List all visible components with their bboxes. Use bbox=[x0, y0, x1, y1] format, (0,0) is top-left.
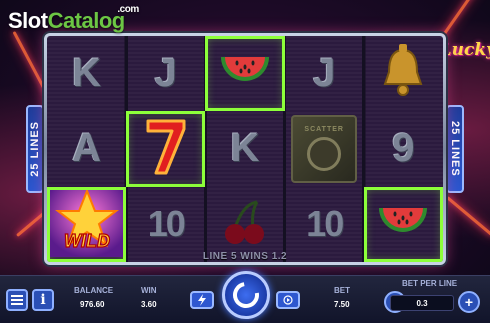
lightning-icon bbox=[198, 294, 206, 306]
menu-button[interactable] bbox=[6, 289, 28, 311]
scatter-label: SCATTER bbox=[291, 114, 358, 183]
bet-per-line-display: 0.3 bbox=[390, 295, 454, 311]
svg-text:WILD: WILD bbox=[64, 231, 110, 251]
lines-indicator-left: 25 LINES bbox=[26, 105, 44, 193]
bet-per-line-value: 0.3 bbox=[416, 298, 428, 308]
bet-per-line-label: BET PER LINE bbox=[402, 279, 458, 288]
autoplay-button[interactable] bbox=[276, 291, 300, 309]
autoplay-icon bbox=[283, 295, 293, 305]
bottom-bar: i BALANCE 976.60 WIN 3.60 BET 7.50 BET P… bbox=[0, 271, 490, 323]
reel-cell: K bbox=[205, 111, 284, 186]
seven-icon bbox=[144, 115, 188, 182]
win-label: WIN bbox=[141, 286, 157, 295]
symbol-j: J bbox=[313, 51, 336, 96]
reel-cell: K bbox=[47, 36, 126, 111]
symbol-j: J bbox=[154, 51, 177, 96]
bet-label: BET bbox=[334, 286, 350, 295]
bell-icon bbox=[379, 44, 427, 103]
symbol-9: 9 bbox=[392, 126, 415, 171]
turbo-button[interactable] bbox=[190, 291, 214, 309]
reels-grid: K J J A K SCATTER 9 WILD 10 10 bbox=[47, 36, 443, 262]
reel-cell: J bbox=[285, 36, 364, 111]
balance-value: 976.60 bbox=[80, 300, 105, 309]
info-button[interactable]: i bbox=[32, 289, 54, 311]
reel-cell: 9 bbox=[364, 111, 443, 186]
brand-logo: SlotCatalog .com bbox=[8, 4, 139, 34]
reel-cell: J bbox=[126, 36, 205, 111]
reels-frame: K J J A K SCATTER 9 WILD 10 10 bbox=[44, 33, 446, 265]
watermelon-icon bbox=[375, 202, 431, 247]
spin-icon bbox=[227, 276, 265, 314]
symbol-10: 10 bbox=[147, 203, 186, 245]
lines-indicator-text: 25 LINES bbox=[449, 121, 461, 177]
symbol-k: K bbox=[72, 51, 102, 96]
balance-label: BALANCE bbox=[74, 286, 114, 295]
reel-cell bbox=[205, 36, 285, 112]
cherries-icon bbox=[221, 198, 269, 251]
lines-indicator-right: 25 LINES bbox=[446, 105, 464, 193]
brand-name-part2: Catalog bbox=[47, 8, 126, 33]
bet-value: 7.50 bbox=[334, 300, 350, 309]
spin-button[interactable] bbox=[222, 271, 270, 319]
reel-cell: SCATTER bbox=[285, 111, 364, 186]
line-win-text: LINE 5 WINS 1.2 bbox=[202, 251, 288, 262]
game-title: Lucky bbox=[439, 40, 490, 60]
plus-icon: + bbox=[464, 294, 474, 310]
symbol-a: A bbox=[72, 126, 102, 171]
symbol-10: 10 bbox=[306, 203, 344, 245]
reel-cell bbox=[364, 36, 443, 111]
info-icon: i bbox=[40, 292, 46, 308]
win-value: 3.60 bbox=[141, 300, 157, 309]
brand-name-part1: Slot bbox=[8, 8, 48, 33]
menu-icon bbox=[11, 295, 23, 305]
reel-cell: A bbox=[47, 111, 126, 186]
lines-indicator-text: 25 LINES bbox=[29, 121, 41, 177]
watermelon-icon bbox=[217, 51, 273, 96]
increase-bet-button[interactable]: + bbox=[458, 291, 480, 313]
brand-suffix: .com bbox=[117, 4, 139, 15]
symbol-k: K bbox=[230, 126, 260, 171]
reel-cell bbox=[126, 111, 206, 187]
scatter-icon: SCATTER bbox=[291, 114, 358, 183]
